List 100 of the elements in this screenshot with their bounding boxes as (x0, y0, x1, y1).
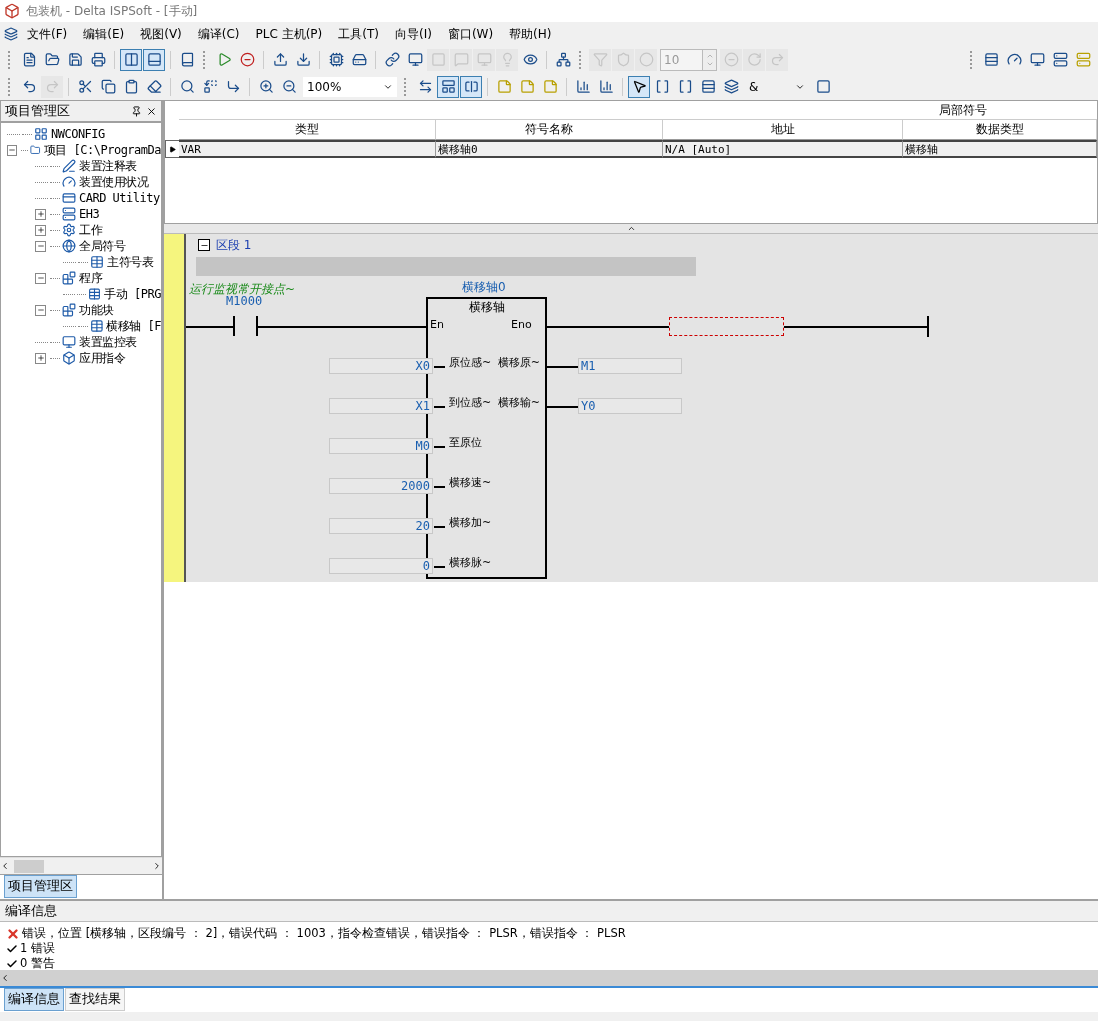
tree-node-icon (62, 335, 76, 349)
menu-item[interactable]: 帮助(H) (502, 23, 559, 45)
tree-item[interactable]: 工作 (79, 221, 102, 239)
expand-toggle[interactable] (35, 352, 46, 364)
input-variable-field[interactable]: 0 (329, 558, 433, 574)
panel-title: 项目管理区 (5, 102, 70, 120)
logic-dropdown[interactable]: & (745, 76, 809, 97)
scrollbar[interactable] (0, 857, 162, 874)
collapse-toggle[interactable] (198, 239, 210, 251)
scroll-left-icon[interactable] (0, 973, 10, 983)
coil-icon (677, 79, 693, 94)
expand-toggle[interactable] (35, 272, 46, 284)
panel-layout-button[interactable] (143, 48, 165, 71)
tree-item[interactable]: 装置使用状况 (79, 173, 148, 191)
redo-icon (44, 79, 60, 94)
printer-icon (90, 52, 106, 67)
input-variable-field[interactable]: 2000 (329, 478, 433, 494)
empty-element-placeholder[interactable] (669, 317, 784, 336)
pin-label: Eno (511, 318, 532, 331)
check-icon (6, 942, 18, 955)
eraser-icon (146, 79, 162, 94)
pointer-icon (631, 79, 647, 94)
open-folder-icon (44, 52, 60, 67)
menu-item[interactable]: 工具(T) (331, 23, 386, 45)
tree-node-icon (62, 207, 76, 221)
tree-item[interactable]: 项目 [C:\ProgramDa (43, 141, 161, 159)
copy-icon (100, 79, 116, 94)
pin-label: 横移原~ (496, 355, 540, 370)
tree-item[interactable]: 横移轴 [F (106, 317, 161, 335)
expand-toggle[interactable] (7, 144, 17, 156)
output-variable-field[interactable]: M1 (578, 358, 682, 374)
tree-item[interactable]: 装置监控表 (79, 333, 137, 351)
zoom-dropdown[interactable]: 100% (303, 76, 397, 97)
output-variable-field[interactable]: Y0 (578, 398, 682, 414)
message-text: 错误，位置 [横移轴，区段编号 ： 2]，错误代码 ： 1003，指令检查错误，错误指令 ： PLSR，错误指令 ： PLSR (22, 926, 626, 941)
tree-node-icon (62, 191, 76, 205)
tree-node-icon (88, 287, 102, 301)
connector-icon (384, 52, 400, 67)
plus-icon (36, 354, 45, 362)
tree-item[interactable]: 主符号表 (107, 253, 153, 271)
table-cell: VAR (179, 140, 436, 158)
panel-tab[interactable]: 查找结果 (65, 988, 125, 1011)
input-variable-field[interactable]: M0 (329, 438, 433, 454)
menu-item[interactable]: 视图(V) (133, 23, 189, 45)
contact-label: M1000 (226, 294, 263, 308)
panel-layout-button[interactable] (120, 48, 142, 71)
expand-toggle[interactable] (35, 224, 46, 236)
tree-item[interactable]: CARD Utility (79, 191, 160, 205)
error-icon (6, 926, 20, 941)
tree-node-icon (62, 175, 76, 189)
menu-item[interactable]: PLC 主机(P) (248, 23, 330, 45)
tree-item[interactable]: 功能块 (79, 301, 114, 319)
window-button[interactable] (437, 75, 459, 98)
tree-item[interactable]: 装置注释表 (79, 157, 137, 175)
scroll-right-icon[interactable] (152, 861, 162, 871)
window-button[interactable] (460, 75, 482, 98)
scroll-thumb[interactable] (14, 859, 44, 873)
run-icon (216, 52, 232, 67)
tree-node-icon (62, 239, 76, 253)
replace-icon (202, 79, 218, 94)
table-group-header: 局部符号 (179, 101, 1097, 120)
tree-item[interactable]: 手动 [PRG (104, 285, 161, 303)
panel-tab[interactable]: 编译信息 (4, 988, 64, 1011)
pin-label: 横移输~ (496, 395, 540, 410)
input-variable-field[interactable]: X1 (329, 398, 433, 414)
scroll-left-icon[interactable] (0, 861, 10, 871)
tree-item[interactable]: NWCONFIG (51, 127, 105, 141)
tree-node-icon (62, 271, 76, 285)
zoom-out-icon (281, 79, 297, 94)
input-variable-field[interactable]: X0 (329, 358, 433, 374)
cut-icon (77, 79, 93, 94)
menu-item[interactable]: 文件(F) (20, 23, 75, 45)
paste-icon (123, 79, 139, 94)
expand-toggle[interactable] (35, 208, 46, 220)
message-text: 1 错误 (20, 941, 55, 956)
tree-item[interactable]: 应用指令 (79, 349, 125, 367)
module-icon (1075, 52, 1091, 67)
input-variable-field[interactable]: 20 (329, 518, 433, 534)
instance-label: 横移轴0 (462, 279, 506, 296)
menu-item[interactable]: 向导(I) (387, 23, 439, 45)
pointer-button[interactable] (628, 75, 650, 98)
tree-item[interactable]: 全局符号 (79, 237, 125, 255)
menu-item[interactable]: 窗口(W) (440, 23, 501, 45)
panel-layout-icon (146, 52, 162, 67)
panel-tab[interactable]: 项目管理区 (4, 875, 77, 898)
caret-up-icon[interactable] (626, 224, 636, 233)
scrollbar[interactable] (0, 970, 1098, 986)
rows-icon (983, 52, 999, 67)
minus-icon (8, 146, 16, 154)
note-icon (519, 79, 535, 94)
close-icon[interactable] (146, 105, 157, 117)
expand-toggle[interactable] (35, 240, 46, 252)
menu-item[interactable]: 编辑(E) (76, 23, 132, 45)
pin-label: 原位感~ (449, 355, 492, 370)
pin-icon[interactable] (131, 105, 142, 117)
expand-toggle[interactable] (35, 304, 46, 316)
tree-item[interactable]: EH3 (79, 207, 100, 221)
tree-item[interactable]: 程序 (79, 269, 102, 287)
panel-layout-icon (123, 52, 139, 67)
menu-item[interactable]: 编译(C) (190, 23, 247, 45)
